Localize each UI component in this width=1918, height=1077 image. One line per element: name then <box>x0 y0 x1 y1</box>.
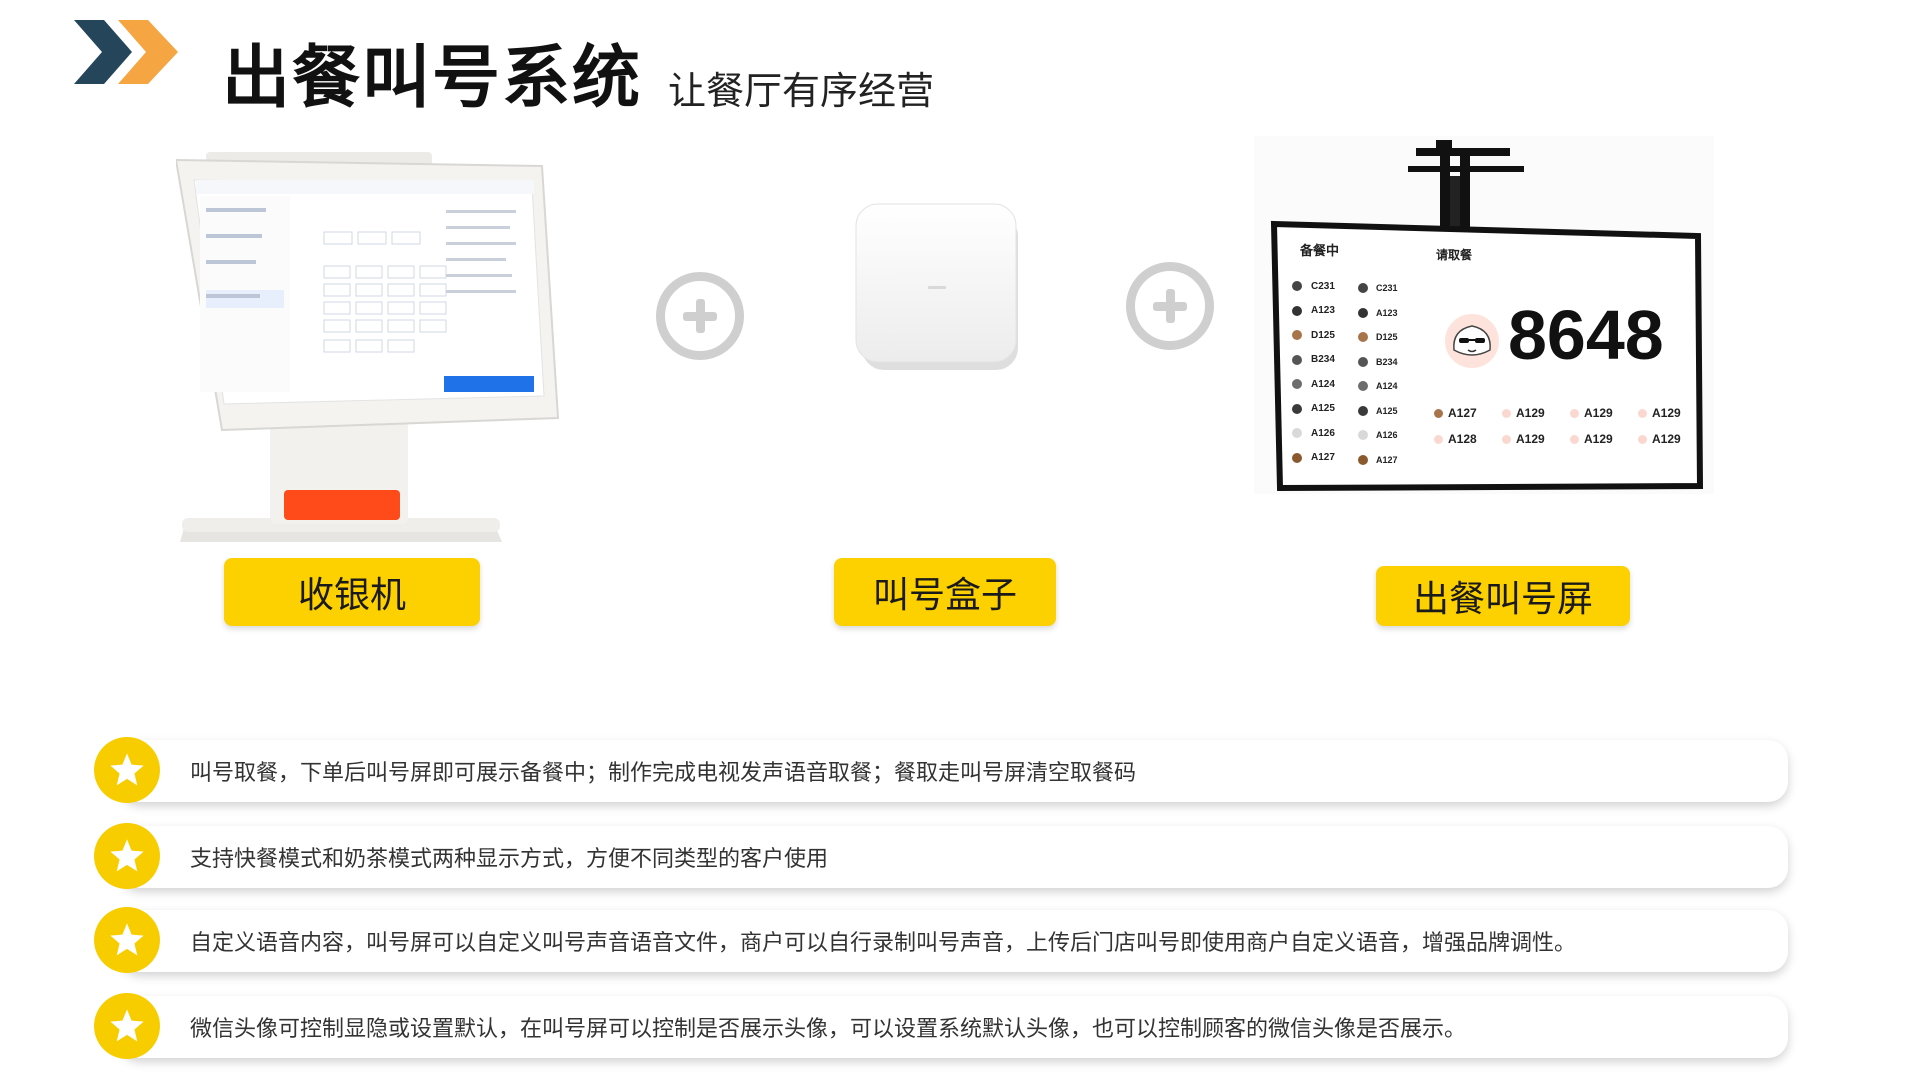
list-item: B234 <box>1358 350 1428 375</box>
avatar <box>1570 434 1579 444</box>
list-item: A123 <box>1292 299 1362 324</box>
preparing-column: C231 A123 D125 B234 A124 A125 A126 A127 <box>1358 276 1428 472</box>
list-item: A129 <box>1570 432 1624 446</box>
call-box-image <box>855 203 1018 370</box>
call-display-screen-image: 备餐中 请取餐 C231 A123 D125 B234 A124 A125 A1… <box>1254 136 1714 494</box>
avatar <box>1502 434 1511 444</box>
avatar <box>1292 379 1302 390</box>
list-item: D125 <box>1358 325 1428 350</box>
avatar <box>1292 354 1302 365</box>
avatar <box>1358 454 1368 465</box>
feature-item: 叫号取餐，下单后叫号屏即可展示备餐中；制作完成电视发声语音取餐；餐取走叫号屏清空… <box>94 737 1788 803</box>
list-item: A128 <box>1434 432 1488 446</box>
avatar <box>1358 307 1368 318</box>
feature-item: 自定义语音内容，叫号屏可以自定义叫号声音语音文件，商户可以自行录制叫号声音，上传… <box>94 907 1788 973</box>
star-icon <box>94 823 160 889</box>
avatar <box>1292 330 1302 341</box>
list-item: A125 <box>1292 397 1362 422</box>
list-item: A129 <box>1502 432 1556 446</box>
current-call-number: 8648 <box>1508 296 1664 374</box>
plus-icon <box>656 272 744 360</box>
pos-terminal-image <box>176 152 560 542</box>
avatar <box>1292 428 1302 439</box>
avatar <box>1358 430 1368 441</box>
avatar <box>1434 434 1443 444</box>
avatar <box>1292 305 1302 316</box>
list-item: A124 <box>1358 374 1428 399</box>
star-icon <box>94 907 160 973</box>
avatar <box>1358 332 1368 343</box>
avatar <box>1638 434 1647 444</box>
list-item: A126 <box>1358 423 1428 448</box>
product-label-pos: 收银机 <box>224 558 480 626</box>
list-item: A127 <box>1358 448 1428 473</box>
feature-text: 自定义语音内容，叫号屏可以自定义叫号声音语音文件，商户可以自行录制叫号声音，上传… <box>190 931 1577 956</box>
feature-item: 微信头像可控制显隐或设置默认，在叫号屏可以控制是否展示头像，可以设置系统默认头像… <box>94 993 1788 1059</box>
list-item: A124 <box>1292 372 1362 397</box>
list-item: A127 <box>1434 406 1488 420</box>
avatar <box>1358 283 1368 294</box>
page-subtitle: 让餐厅有序经营 <box>668 69 935 113</box>
star-icon <box>94 993 160 1059</box>
list-item: A125 <box>1358 399 1428 424</box>
page-title: 出餐叫号系统 <box>222 39 643 118</box>
feature-text: 支持快餐模式和奶茶模式两种显示方式，方便不同类型的客户使用 <box>190 847 829 872</box>
avatar <box>1358 405 1368 416</box>
avatar <box>1292 403 1302 414</box>
list-item: A127 <box>1292 446 1362 471</box>
feature-text: 叫号取餐，下单后叫号屏即可展示备餐中；制作完成电视发声语音取餐；餐取走叫号屏清空… <box>190 761 1137 786</box>
mascot-icon <box>1445 314 1499 368</box>
avatar <box>1292 281 1302 292</box>
avatar <box>1638 408 1647 418</box>
list-item: A129 <box>1638 406 1692 420</box>
pickup-title: 请取餐 <box>1436 248 1473 262</box>
list-item: D125 <box>1292 323 1362 348</box>
list-item: A129 <box>1502 406 1556 420</box>
preparing-title: 备餐中 <box>1300 243 1340 258</box>
list-item: A129 <box>1570 406 1624 420</box>
feature-text: 微信头像可控制显隐或设置默认，在叫号屏可以控制是否展示头像，可以设置系统默认头像… <box>190 1017 1467 1042</box>
pickup-row: A127 A129 A129 A129 <box>1434 406 1692 420</box>
star-icon <box>94 737 160 803</box>
product-label-call-screen: 出餐叫号屏 <box>1376 566 1630 626</box>
list-item: B234 <box>1292 348 1362 373</box>
avatar <box>1292 452 1302 463</box>
double-chevron-icon <box>74 20 178 84</box>
plus-icon <box>1126 262 1214 350</box>
avatar <box>1434 408 1443 418</box>
preparing-column: C231 A123 D125 B234 A124 A125 A126 A127 <box>1292 274 1362 470</box>
avatar <box>1570 408 1579 418</box>
avatar <box>1358 381 1368 392</box>
avatar <box>1502 408 1511 418</box>
product-label-call-box: 叫号盒子 <box>834 558 1056 626</box>
feature-item: 支持快餐模式和奶茶模式两种显示方式，方便不同类型的客户使用 <box>94 823 1788 889</box>
list-item: C231 <box>1358 276 1428 301</box>
list-item: C231 <box>1292 274 1362 299</box>
list-item: A123 <box>1358 301 1428 326</box>
list-item: A129 <box>1638 432 1692 446</box>
list-item: A126 <box>1292 421 1362 446</box>
avatar <box>1358 356 1368 367</box>
pickup-row: A128 A129 A129 A129 <box>1434 432 1692 446</box>
